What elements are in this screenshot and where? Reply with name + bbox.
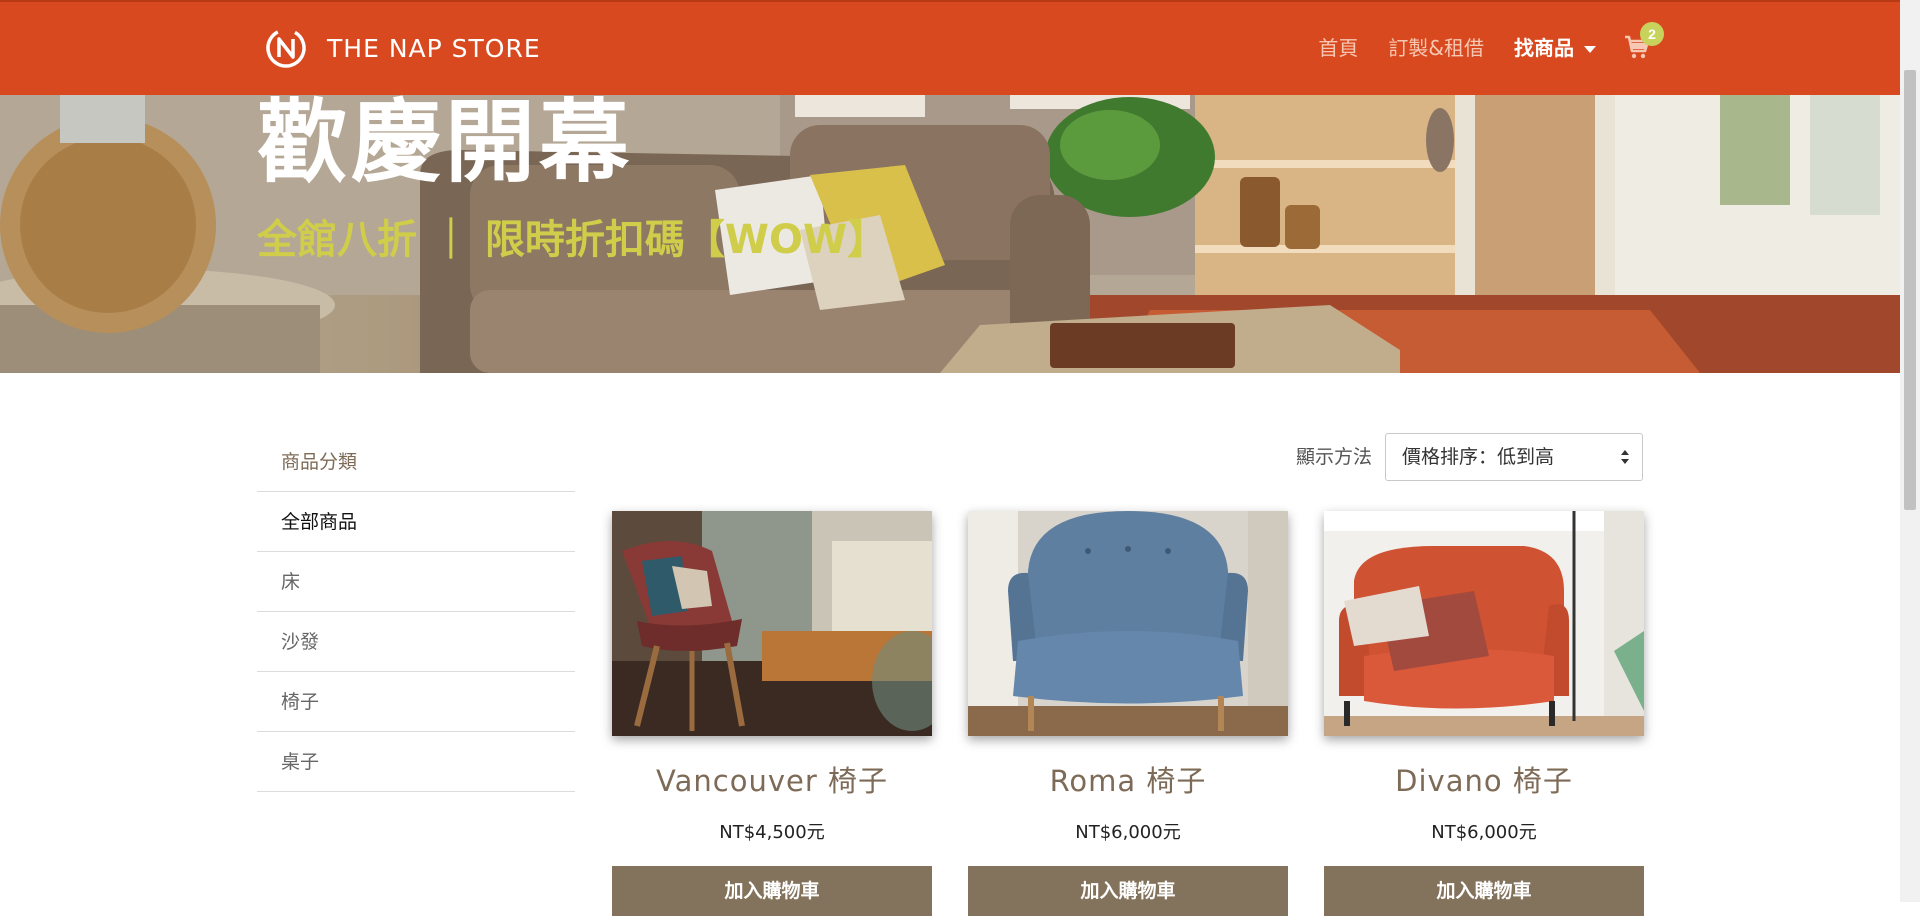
product-image-vancouver[interactable] (612, 511, 932, 736)
product-name[interactable]: Divano 椅子 (1324, 758, 1644, 800)
nav-link-home[interactable]: 首頁 (1318, 32, 1358, 61)
product-card: Vancouver 椅子 NT$4,500元 加入購物車 (612, 511, 932, 916)
vancouver-chair-photo (612, 511, 932, 736)
brand-name: THE NAP STORE (327, 33, 541, 63)
product-name[interactable]: Roma 椅子 (968, 758, 1288, 800)
product-name[interactable]: Vancouver 椅子 (612, 758, 932, 800)
caret-down-icon (1584, 46, 1596, 53)
add-to-cart-button[interactable]: 加入購物車 (1324, 866, 1644, 916)
category-all[interactable]: 全部商品 (257, 492, 575, 552)
hero-banner: 歡慶開幕 全館八折 ｜ 限時折扣碼【WOW】 (0, 95, 1900, 373)
nav-links: 首頁 訂製&租借 找商品 2 (1288, 21, 1664, 61)
product-price: NT$6,000元 (1431, 822, 1537, 843)
nav-link-find-products-label: 找商品 (1514, 36, 1574, 60)
product-card: Roma 椅子 NT$6,000元 加入購物車 (968, 511, 1288, 916)
category-sofa[interactable]: 沙發 (257, 612, 575, 672)
nav-link-find-products[interactable]: 找商品 (1514, 32, 1596, 61)
product-image-roma[interactable] (968, 511, 1288, 736)
category-sidebar: 商品分類 全部商品 床 沙發 椅子 桌子 (257, 432, 575, 792)
category-chair[interactable]: 椅子 (257, 672, 575, 732)
product-price: NT$6,000元 (1075, 822, 1181, 843)
product-card: Divano 椅子 NT$6,000元 加入購物車 (1324, 511, 1644, 916)
select-arrows-icon (1621, 450, 1629, 464)
hero-title: 歡慶開幕 (257, 95, 633, 195)
nap-logo-icon (266, 28, 306, 68)
brand-home-link[interactable]: THE NAP STORE (265, 27, 541, 69)
top-navbar: THE NAP STORE 首頁 訂製&租借 找商品 2 (0, 0, 1900, 95)
product-image-divano[interactable] (1324, 511, 1644, 736)
sort-label: 顯示方法 (1296, 446, 1373, 468)
category-header: 商品分類 (257, 432, 575, 492)
product-price: NT$4,500元 (719, 822, 825, 843)
page-scrollbar[interactable] (1900, 0, 1920, 902)
roma-chair-photo (968, 511, 1288, 736)
hero-subtitle: 全館八折 ｜ 限時折扣碼【WOW】 (257, 217, 888, 263)
add-to-cart-button[interactable]: 加入購物車 (612, 866, 932, 916)
scrollbar-thumb[interactable] (1904, 70, 1916, 510)
nav-link-custom-rental[interactable]: 訂製&租借 (1388, 32, 1484, 61)
cart-button[interactable]: 2 (1624, 21, 1664, 60)
category-bed[interactable]: 床 (257, 552, 575, 612)
add-to-cart-button[interactable]: 加入購物車 (968, 866, 1288, 916)
sort-selected-value: 價格排序：低到高 (1402, 446, 1555, 468)
cart-count-badge: 2 (1640, 21, 1664, 46)
category-table[interactable]: 桌子 (257, 732, 575, 792)
divano-chair-photo (1324, 511, 1644, 736)
sort-select[interactable]: 價格排序：低到高 (1385, 433, 1643, 481)
